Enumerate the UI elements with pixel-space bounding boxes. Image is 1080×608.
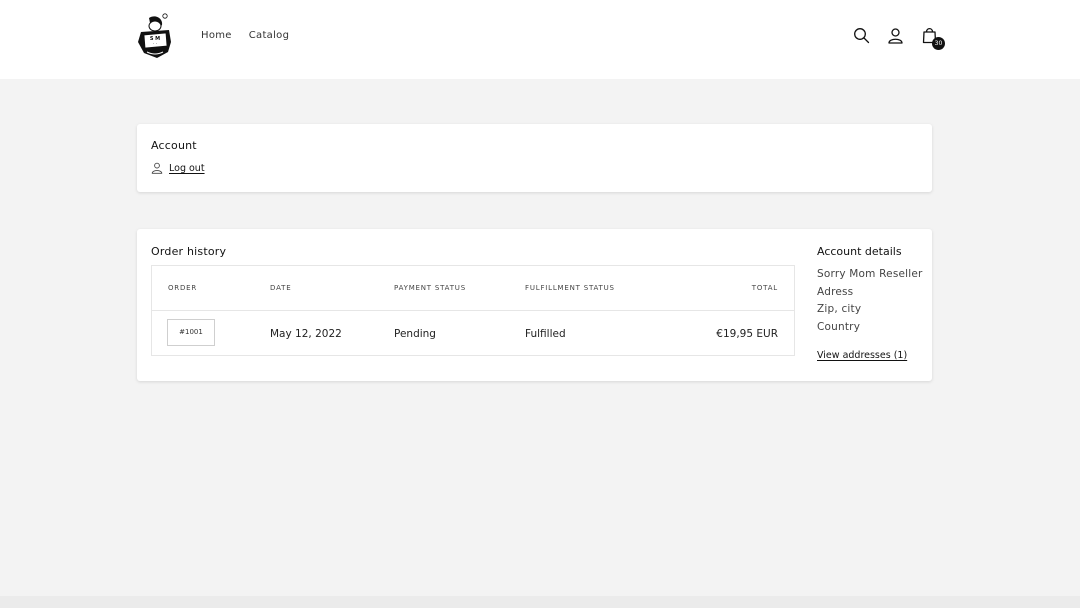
orders-card: Order history ORDER DATE PAYMENT STATUS … xyxy=(137,229,932,381)
order-number-link[interactable]: #1001 xyxy=(167,319,215,346)
table-row: #1001 May 12, 2022 Pending Fulfilled €19… xyxy=(152,311,794,357)
account-details-title: Account details xyxy=(817,245,902,258)
header-icons: 30 xyxy=(850,24,945,50)
search-icon[interactable] xyxy=(850,24,872,46)
order-date: May 12, 2022 xyxy=(270,328,342,340)
account-title: Account xyxy=(151,139,197,152)
footer-edge xyxy=(0,596,1080,608)
detail-address: Adress xyxy=(817,285,854,298)
payment-status: Pending xyxy=(394,328,436,340)
detail-country: Country xyxy=(817,320,861,333)
brand-logo-icon[interactable]: S M · · xyxy=(135,12,175,60)
cart-count-badge: 30 xyxy=(932,37,945,50)
detail-zip-city: Zip, city xyxy=(817,303,862,315)
site-header: S M · · Home Catalog 30 xyxy=(0,0,1080,79)
nav-home-link[interactable]: Home xyxy=(201,30,232,41)
logout-link[interactable]: Log out xyxy=(151,162,205,174)
fulfillment-status: Fulfilled xyxy=(525,328,566,340)
account-icon[interactable] xyxy=(884,24,906,46)
user-icon xyxy=(151,162,163,174)
cart-icon[interactable]: 30 xyxy=(918,24,945,50)
col-order: ORDER xyxy=(168,284,198,292)
order-history-table: ORDER DATE PAYMENT STATUS FULFILLMENT ST… xyxy=(151,265,795,356)
account-card: Account Log out xyxy=(137,124,932,192)
col-fulfillment-status: FULFILLMENT STATUS xyxy=(525,284,615,292)
order-total: €19,95 EUR xyxy=(716,328,778,340)
detail-name: Sorry Mom Reseller xyxy=(817,268,923,280)
account-details: Account details Sorry Mom Reseller Adres… xyxy=(817,245,929,362)
logout-label: Log out xyxy=(169,162,205,174)
table-header-row: ORDER DATE PAYMENT STATUS FULFILLMENT ST… xyxy=(152,266,794,311)
col-payment-status: PAYMENT STATUS xyxy=(394,284,466,292)
col-total: TOTAL xyxy=(751,284,778,292)
view-addresses-link[interactable]: View addresses (1) xyxy=(817,350,907,361)
order-history-title: Order history xyxy=(151,245,227,258)
main-nav: Home Catalog xyxy=(201,30,289,41)
nav-catalog-link[interactable]: Catalog xyxy=(249,30,290,41)
col-date: DATE xyxy=(270,284,292,292)
svg-text:· ·: · · xyxy=(153,41,157,46)
